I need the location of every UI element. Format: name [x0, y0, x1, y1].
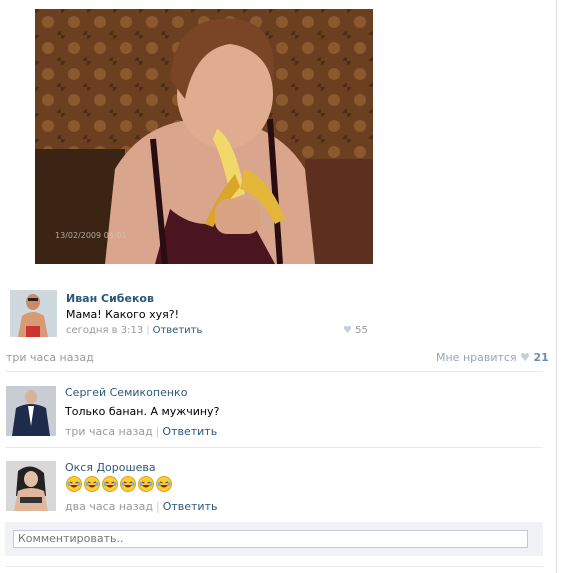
comment-meta: три часа назад | Ответить: [65, 425, 217, 438]
comment-time[interactable]: три часа назад: [65, 425, 153, 438]
heart-icon: ♥: [343, 325, 352, 336]
post-time[interactable]: три часа назад: [6, 351, 94, 364]
divider: [5, 566, 543, 567]
avatar-image: [6, 386, 56, 436]
comment-text: Мама! Какого хуя?!: [66, 308, 179, 321]
like-count: 21: [533, 351, 549, 364]
laughing-tears-emoji: [66, 476, 82, 492]
comment-input[interactable]: [13, 530, 528, 548]
page-border: [556, 0, 557, 573]
photo-image: [35, 9, 373, 264]
separator: |: [146, 325, 150, 336]
photo-timestamp: 13/02/2009 05:01: [55, 231, 127, 240]
like-label: Мне нравится: [436, 351, 517, 364]
laughing-tears-emoji: [120, 476, 136, 492]
author-name[interactable]: Иван Сибеков: [66, 292, 154, 305]
laughing-tears-emoji: [84, 476, 100, 492]
post-like-button[interactable]: Мне нравится ♥ 21: [436, 351, 549, 364]
comment-composer: [5, 522, 543, 556]
laughing-tears-emoji: [138, 476, 154, 492]
comment-time[interactable]: два часа назад: [65, 500, 153, 513]
avatar-sergey[interactable]: [6, 386, 56, 436]
author-name[interactable]: Сергей Семикопенко: [65, 386, 187, 399]
post-photo[interactable]: 13/02/2009 05:01: [35, 9, 373, 264]
avatar-image: [10, 290, 57, 337]
comment-meta: сегодня в 3:13 | Ответить: [66, 325, 202, 336]
avatar-oksya[interactable]: [6, 461, 56, 511]
reply-link[interactable]: Ответить: [162, 425, 217, 438]
divider: [5, 371, 543, 372]
avatar-image: [6, 461, 56, 511]
laughing-tears-emoji: [102, 476, 118, 492]
comment-time[interactable]: сегодня в 3:13: [66, 325, 143, 336]
avatar-ivan[interactable]: [10, 290, 57, 337]
separator: |: [155, 500, 160, 513]
separator: |: [155, 425, 160, 438]
comment-like[interactable]: ♥ 55: [343, 325, 368, 336]
author-name[interactable]: Окся Дорошева: [65, 461, 156, 474]
reply-link[interactable]: Ответить: [153, 325, 203, 336]
reply-link[interactable]: Ответить: [163, 500, 218, 513]
comment-emoji-row: [66, 476, 172, 492]
laughing-tears-emoji: [156, 476, 172, 492]
heart-icon: ♥: [520, 351, 530, 364]
like-count: 55: [355, 325, 368, 336]
comment-meta: два часа назад | Ответить: [65, 500, 217, 513]
divider: [5, 447, 543, 448]
comment-text: Только банан. А мужчину?: [65, 405, 220, 418]
